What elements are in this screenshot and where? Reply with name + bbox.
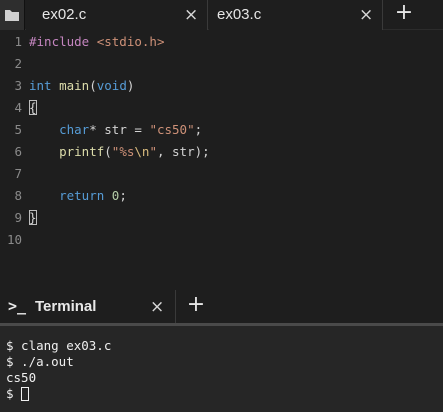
line-number: 4 <box>14 100 22 115</box>
code-text: char* str = "cs50"; <box>29 122 202 137</box>
code-token: ( <box>104 144 112 159</box>
tab-ex03[interactable]: ex03.c × <box>209 0 383 30</box>
code-token: { <box>29 100 37 115</box>
terminal-prompt: $ <box>6 386 22 401</box>
line-number: 8 <box>14 188 22 203</box>
code-token: , str); <box>156 144 210 159</box>
folder-icon[interactable] <box>0 0 25 30</box>
terminal-cursor <box>21 387 30 401</box>
code-token: return <box>29 188 112 203</box>
terminal-line: $ ./a.out <box>6 354 74 369</box>
line-number: 3 <box>14 78 22 93</box>
code-token: ; <box>194 122 203 137</box>
code-token: * str = <box>89 122 150 137</box>
code-line[interactable]: 9} <box>0 210 443 232</box>
tab-label: ex02.c <box>42 6 87 23</box>
new-tab-button[interactable]: + <box>384 0 424 30</box>
close-terminal-icon[interactable]: × <box>150 297 164 317</box>
close-tab-icon[interactable]: × <box>359 5 373 25</box>
code-token: void <box>96 78 127 93</box>
code-token: int <box>29 78 60 93</box>
terminal-line: $ clang ex03.c <box>6 338 112 353</box>
line-number: 10 <box>6 232 22 244</box>
terminal-tab-bar: >_ Terminal × + <box>0 290 443 324</box>
code-token: <stdio.h> <box>96 34 165 49</box>
terminal-prompt-icon: >_ <box>8 297 27 315</box>
code-text: } <box>29 210 37 225</box>
code-token: main <box>59 78 90 93</box>
code-token: } <box>29 210 37 225</box>
code-line[interactable]: 8 return 0; <box>0 188 443 210</box>
terminal-line: cs50 <box>6 370 37 385</box>
code-line[interactable]: 6 printf("%s\n", str); <box>0 144 443 166</box>
close-tab-icon[interactable]: × <box>184 5 198 25</box>
code-line[interactable]: 5 char* str = "cs50"; <box>0 122 443 144</box>
code-token: "cs50" <box>149 122 195 137</box>
code-token: char <box>29 122 90 137</box>
line-number: 6 <box>14 144 22 159</box>
code-token: " <box>149 144 157 159</box>
line-number: 1 <box>14 34 22 49</box>
line-number: 7 <box>14 166 22 181</box>
code-line[interactable]: 1 #include <stdio.h> <box>0 34 443 56</box>
code-token: #include <box>29 34 97 49</box>
new-terminal-button[interactable]: + <box>178 290 214 324</box>
code-text: return 0; <box>29 188 127 203</box>
code-text: int main(void) <box>29 78 134 93</box>
terminal-tab-label: Terminal <box>35 298 97 315</box>
code-text: printf("%s\n", str); <box>29 144 210 159</box>
code-line[interactable]: 4{ <box>0 100 443 122</box>
tab-label: ex03.c <box>217 6 262 23</box>
code-text: { <box>29 100 37 115</box>
editor-tab-bar: ex02.c × ex03.c × + <box>0 0 443 30</box>
line-number: 9 <box>14 210 22 225</box>
line-number: 2 <box>14 56 22 71</box>
terminal-output[interactable]: $ clang ex03.c $ ./a.out cs50 $ <box>0 326 443 412</box>
tab-ex02[interactable]: ex02.c × <box>26 0 208 30</box>
terminal-prompt-line[interactable]: $ <box>6 386 443 402</box>
code-token: ) <box>126 78 135 93</box>
code-line[interactable]: 3 int main(void) <box>0 78 443 100</box>
code-line[interactable]: 7 <box>0 166 443 188</box>
code-editor[interactable]: 1 #include <stdio.h> 2 3 int main(void) 4{5 c… <box>0 34 443 244</box>
code-line[interactable]: 2 <box>0 56 443 78</box>
code-token: printf <box>29 144 105 159</box>
code-line[interactable]: 10 <box>0 232 443 244</box>
line-number: 5 <box>14 122 22 137</box>
code-token: ( <box>89 78 97 93</box>
code-text: #include <stdio.h> <box>29 34 164 49</box>
code-token: \n <box>134 144 150 159</box>
tab-terminal[interactable]: >_ Terminal × <box>0 290 176 324</box>
code-token: "%s <box>111 144 135 159</box>
code-token: ; <box>119 188 127 203</box>
